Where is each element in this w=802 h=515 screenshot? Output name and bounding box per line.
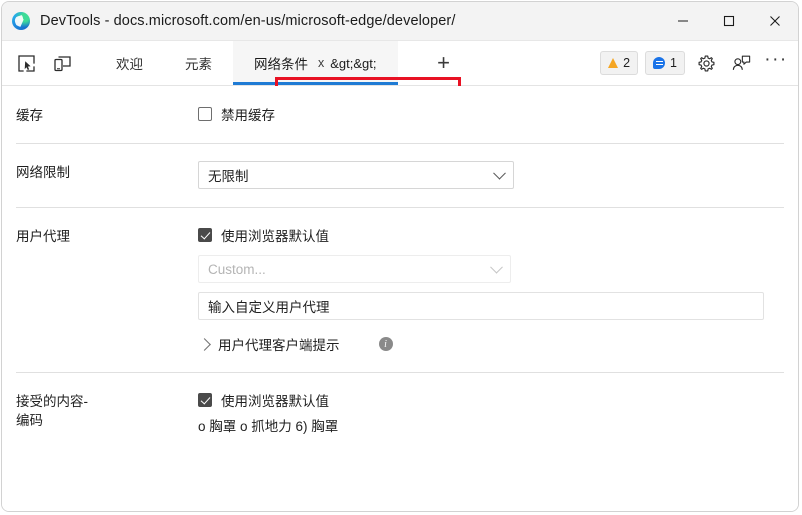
minimize-icon bbox=[678, 20, 688, 22]
tab-elements[interactable]: 元素 bbox=[164, 41, 233, 85]
tab-welcome[interactable]: 欢迎 bbox=[95, 41, 164, 85]
gear-icon bbox=[698, 55, 714, 71]
devtools-toolbar: 欢迎 元素 网络条件 x &gt;&gt; + 2 1 ··· bbox=[2, 41, 798, 125]
cache-section-label: 缓存 bbox=[16, 108, 43, 123]
tab-network-conditions-label: 网络条件 bbox=[254, 57, 308, 72]
ua-client-hints-label: 用户代理客户端提示 bbox=[218, 338, 340, 353]
chevron-down-icon bbox=[490, 260, 503, 274]
more-options-button[interactable]: ··· bbox=[762, 49, 790, 77]
user-agent-section-body: 使用浏览器默认值 Custom... 输入自定义用户代理 用户代理客户端提示 i bbox=[198, 225, 784, 354]
encoding-browser-default-checkbox[interactable] bbox=[198, 393, 212, 407]
disable-cache-checkbox[interactable] bbox=[198, 107, 212, 121]
maximize-icon bbox=[723, 15, 735, 27]
ua-browser-default-checkbox[interactable] bbox=[198, 228, 212, 242]
window-title: DevTools - docs.microsoft.com/en-us/micr… bbox=[40, 13, 456, 29]
tab-network-conditions[interactable]: 网络条件 x &gt;&gt; bbox=[233, 41, 398, 85]
content-encoding-section-body: 使用浏览器默认值 о 胸罩 о 抓地力 6) 胸罩 bbox=[198, 390, 784, 435]
encoding-options-text: о 胸罩 о 抓地力 6) 胸罩 bbox=[198, 419, 339, 434]
user-agent-section-label: 用户代理 bbox=[16, 229, 70, 244]
feedback-button[interactable] bbox=[727, 49, 755, 77]
feedback-icon bbox=[732, 55, 751, 70]
tab-elements-label: 元素 bbox=[185, 57, 212, 72]
window-controls bbox=[660, 2, 798, 40]
throttling-section-label: 网络限制 bbox=[16, 165, 70, 180]
tab-overflow-icon[interactable]: &gt;&gt; bbox=[330, 56, 376, 71]
issues-speech-bubble-icon bbox=[653, 57, 666, 69]
disable-cache-row[interactable]: 禁用缓存 bbox=[198, 104, 784, 124]
inspect-element-icon bbox=[17, 54, 35, 72]
ua-preset-select[interactable]: Custom... bbox=[198, 255, 511, 283]
content-encoding-label-line1: 接受的内容- bbox=[16, 394, 88, 409]
ua-browser-default-row[interactable]: 使用浏览器默认值 bbox=[198, 225, 784, 245]
settings-button[interactable] bbox=[692, 49, 720, 77]
ua-custom-input[interactable]: 输入自定义用户代理 bbox=[198, 292, 764, 320]
close-button[interactable] bbox=[752, 2, 798, 40]
info-icon[interactable]: i bbox=[378, 337, 393, 351]
maximize-button[interactable] bbox=[706, 2, 752, 40]
throttling-section-body: 无限制 bbox=[198, 161, 784, 189]
more-options-icon: ··· bbox=[764, 49, 788, 70]
throttling-selected-value: 无限制 bbox=[208, 169, 249, 184]
disable-cache-label: 禁用缓存 bbox=[221, 108, 275, 123]
toolbar-right-group: 2 1 ··· bbox=[600, 41, 790, 85]
ua-browser-default-label: 使用浏览器默认值 bbox=[221, 229, 329, 244]
ua-client-hints-row[interactable]: 用户代理客户端提示 i bbox=[198, 334, 784, 354]
chevron-right-icon[interactable] bbox=[198, 337, 211, 351]
issues-badge[interactable]: 1 bbox=[645, 51, 685, 75]
encoding-browser-default-label: 使用浏览器默认值 bbox=[221, 394, 329, 409]
tab-welcome-label: 欢迎 bbox=[116, 57, 143, 72]
devtools-window: DevTools - docs.microsoft.com/en-us/micr… bbox=[1, 1, 799, 512]
device-emulation-button[interactable] bbox=[47, 49, 77, 77]
cache-section: 缓存 禁用缓存 bbox=[2, 86, 798, 143]
user-agent-section: 用户代理 使用浏览器默认值 Custom... 输入自定义用户代理 用户代理客户… bbox=[2, 208, 798, 372]
encoding-browser-default-row[interactable]: 使用浏览器默认值 bbox=[198, 390, 784, 410]
issues-count: 1 bbox=[670, 56, 677, 70]
edge-logo-icon bbox=[12, 12, 30, 30]
close-icon bbox=[770, 16, 780, 26]
inspect-element-button[interactable] bbox=[11, 49, 41, 77]
minimize-button[interactable] bbox=[660, 2, 706, 40]
title-bar: DevTools - docs.microsoft.com/en-us/micr… bbox=[2, 2, 798, 41]
chevron-down-icon bbox=[493, 166, 506, 180]
add-tab-button[interactable]: + bbox=[430, 49, 458, 77]
warning-triangle-icon bbox=[608, 58, 619, 68]
network-conditions-panel: 缓存 禁用缓存 网络限制 无限制 用户代理 使用浏览器默认值 Custom...… bbox=[2, 86, 798, 511]
content-encoding-label-line2: 编码 bbox=[16, 413, 43, 428]
content-encoding-section-label: 接受的内容- 编码 bbox=[16, 390, 198, 435]
tab-close-icon[interactable]: x bbox=[318, 56, 324, 70]
throttling-section: 网络限制 无限制 bbox=[2, 144, 798, 207]
cache-section-body: 禁用缓存 bbox=[198, 104, 784, 125]
warnings-badge[interactable]: 2 bbox=[600, 51, 639, 75]
throttling-select[interactable]: 无限制 bbox=[198, 161, 514, 189]
ua-custom-input-value: 输入自定义用户代理 bbox=[208, 300, 330, 315]
device-emulation-icon bbox=[53, 55, 71, 71]
ua-preset-placeholder: Custom... bbox=[208, 261, 266, 277]
warnings-count: 2 bbox=[623, 56, 631, 70]
content-encoding-section: 接受的内容- 编码 使用浏览器默认值 о 胸罩 о 抓地力 6) 胸罩 bbox=[2, 373, 798, 435]
tab-strip: 欢迎 元素 网络条件 x &gt;&gt; bbox=[95, 41, 398, 85]
